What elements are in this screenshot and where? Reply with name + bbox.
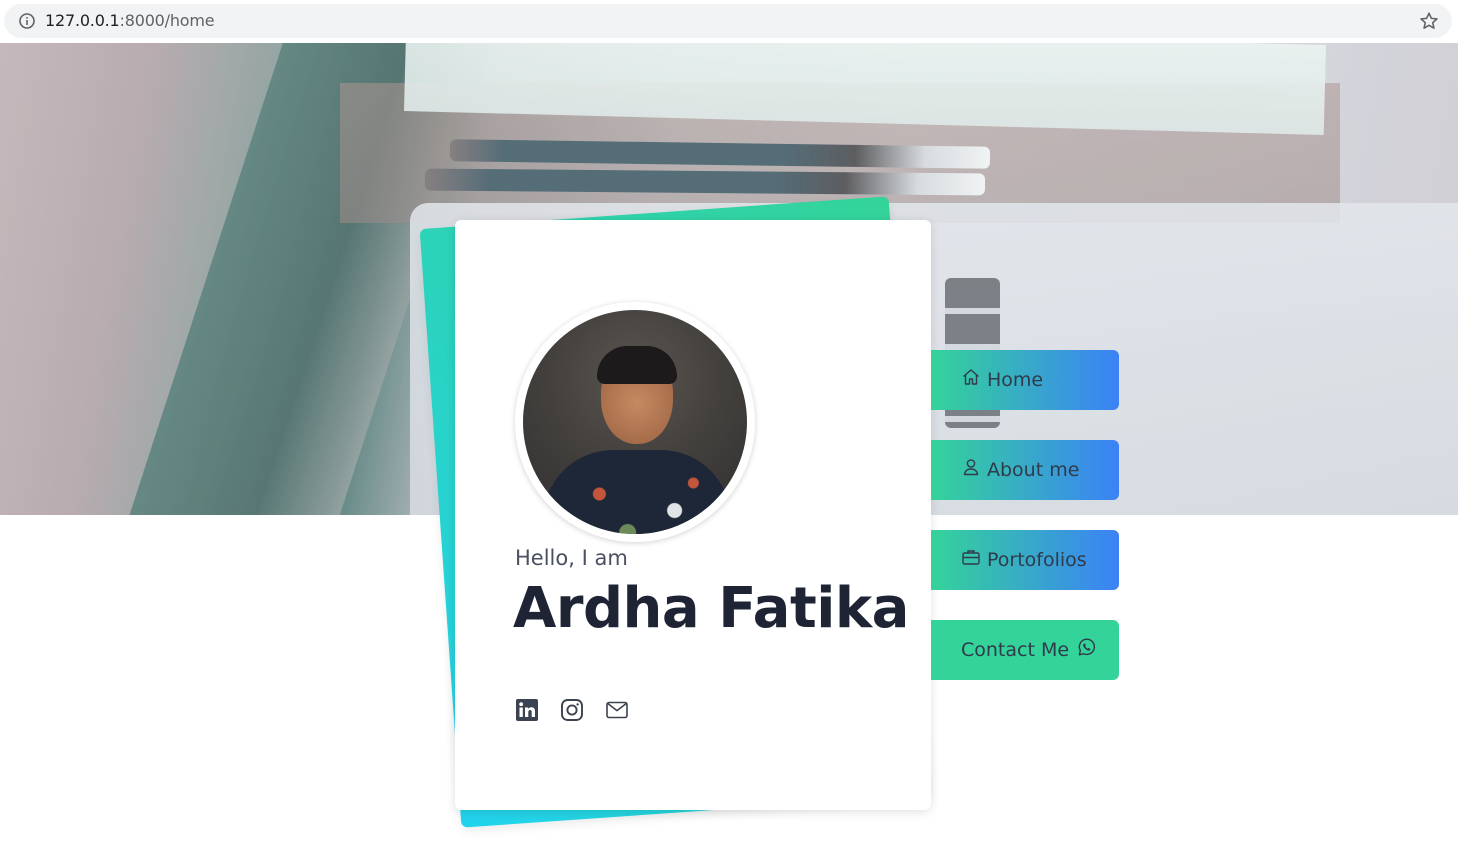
nav-about-button[interactable]: About me	[931, 440, 1119, 500]
avatar-frame	[515, 302, 755, 542]
profile-name: Ardha Fatika	[513, 576, 909, 641]
nav-about-label: About me	[987, 459, 1080, 481]
bookmark-star-icon[interactable]	[1418, 10, 1440, 32]
home-icon	[963, 369, 979, 385]
user-icon	[963, 459, 979, 476]
url-host: 127.0.0.1	[45, 11, 120, 30]
profile-card: Hello, I am Ardha Fatika	[455, 220, 931, 810]
contact-me-button[interactable]: Contact Me	[931, 620, 1119, 680]
browser-address-bar: 127.0.0.1:8000/home	[0, 0, 1458, 42]
nav-home-button[interactable]: Home	[931, 350, 1119, 410]
social-links	[515, 698, 629, 722]
greeting-text: Hello, I am	[515, 546, 628, 570]
info-icon[interactable]	[18, 12, 36, 30]
linkedin-icon[interactable]	[515, 698, 539, 722]
url-text[interactable]: 127.0.0.1:8000/home	[45, 11, 215, 31]
avatar-shirt	[543, 450, 731, 534]
omnibox[interactable]: 127.0.0.1:8000/home	[4, 4, 1452, 38]
instagram-icon[interactable]	[560, 698, 584, 722]
nav-portfolios-button[interactable]: Portofolios	[931, 530, 1119, 590]
avatar-hair	[597, 346, 677, 384]
contact-me-label: Contact Me	[961, 639, 1070, 661]
avatar	[523, 310, 747, 534]
nav-portfolios-label: Portofolios	[987, 549, 1087, 571]
whatsapp-icon	[1078, 638, 1096, 656]
briefcase-icon	[962, 550, 980, 565]
url-path: :8000/home	[119, 11, 215, 30]
nav-home-label: Home	[987, 369, 1044, 391]
mail-icon[interactable]	[605, 698, 629, 722]
